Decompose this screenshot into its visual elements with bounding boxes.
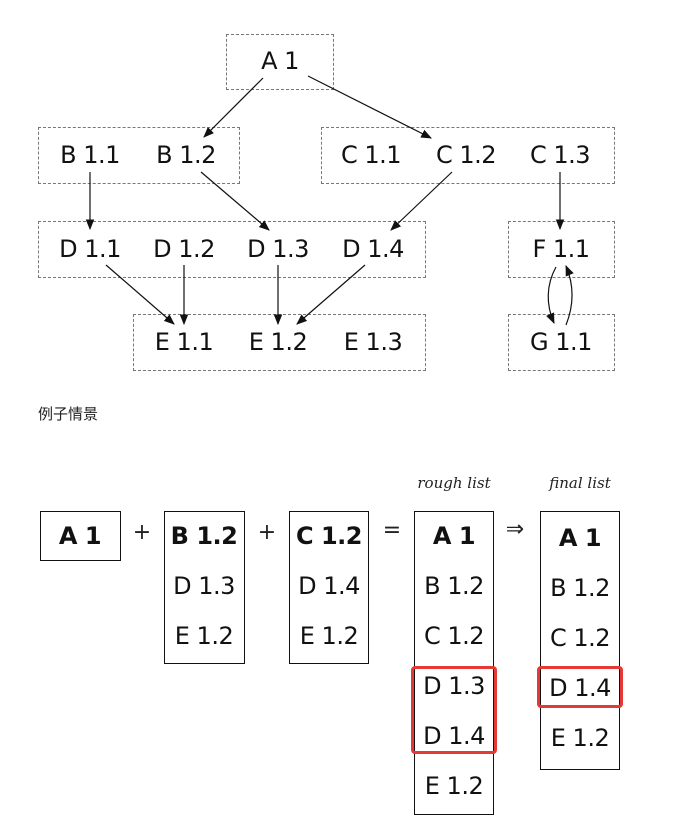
final-list-title: final list bbox=[549, 474, 611, 492]
rough-list-item: E 1.2 bbox=[424, 772, 484, 800]
edge-d11-e11 bbox=[105, 264, 175, 325]
final-list-item: B 1.2 bbox=[550, 574, 610, 602]
plus-1: + bbox=[132, 520, 152, 545]
implies-arrow: ⇒ bbox=[505, 517, 525, 542]
list-a-item: A 1 bbox=[58, 522, 102, 550]
final-list-item: C 1.2 bbox=[549, 624, 611, 652]
rough-list-item: A 1 bbox=[432, 522, 476, 550]
final-list-item: A 1 bbox=[558, 524, 602, 552]
node-b11: B 1.1 bbox=[60, 141, 120, 169]
equals-sign: = bbox=[382, 518, 402, 543]
node-b12: B 1.2 bbox=[156, 141, 216, 169]
node-d11: D 1.1 bbox=[59, 235, 121, 263]
edge-d14-e12 bbox=[296, 264, 366, 325]
edge-a-b12 bbox=[203, 77, 264, 138]
node-d12: D 1.2 bbox=[153, 235, 215, 263]
node-c13: C 1.3 bbox=[529, 141, 591, 169]
plus-2: + bbox=[257, 520, 277, 545]
edge-f11-g11 bbox=[546, 266, 557, 324]
list-b-item: D 1.3 bbox=[173, 572, 235, 600]
rough-list-box bbox=[414, 511, 494, 815]
node-a1: A 1 bbox=[261, 47, 299, 75]
node-d14: D 1.4 bbox=[342, 235, 404, 263]
rough-list-item: B 1.2 bbox=[424, 572, 484, 600]
edge-g11-f11 bbox=[565, 265, 574, 326]
final-highlight bbox=[537, 666, 623, 708]
rough-list-item: C 1.2 bbox=[423, 622, 485, 650]
list-b-item: B 1.2 bbox=[170, 522, 238, 550]
edge-c12-d14 bbox=[390, 171, 453, 231]
final-list-item: E 1.2 bbox=[550, 724, 610, 752]
list-c-item: C 1.2 bbox=[296, 522, 362, 550]
edge-b12-d13 bbox=[200, 171, 270, 231]
list-b-item: E 1.2 bbox=[174, 622, 234, 650]
caption: 例子情景 bbox=[38, 405, 99, 423]
node-c11: C 1.1 bbox=[340, 141, 402, 169]
rough-highlight bbox=[411, 666, 497, 754]
node-d13: D 1.3 bbox=[247, 235, 309, 263]
node-e11: E 1.1 bbox=[154, 328, 214, 356]
list-c-item: D 1.4 bbox=[298, 572, 360, 600]
node-e13: E 1.3 bbox=[343, 328, 403, 356]
node-g11: G 1.1 bbox=[530, 328, 592, 356]
node-c12: C 1.2 bbox=[435, 141, 497, 169]
list-c-item: E 1.2 bbox=[299, 622, 359, 650]
node-f11: F 1.1 bbox=[532, 235, 590, 263]
edge-a-c12 bbox=[307, 75, 432, 139]
rough-list-title: rough list bbox=[417, 474, 491, 492]
node-e12: E 1.2 bbox=[248, 328, 308, 356]
